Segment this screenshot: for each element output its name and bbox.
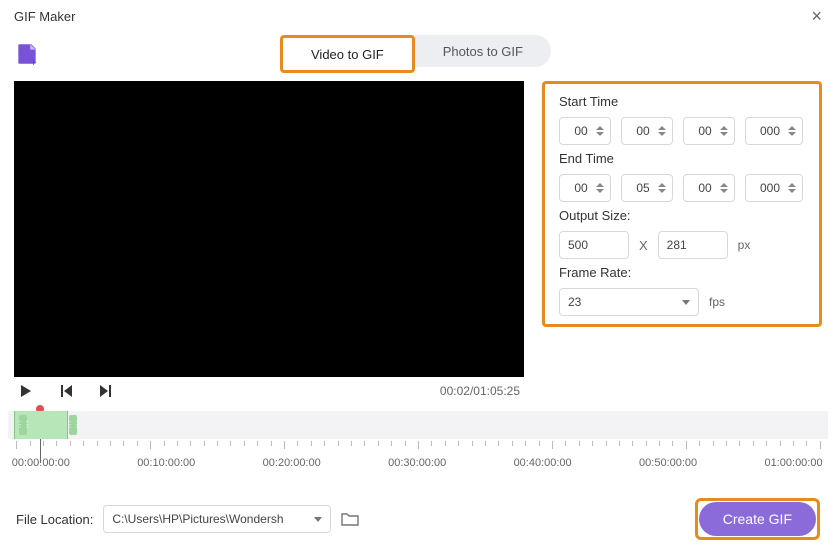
main-content: 00:02/01:05:25 Start Time 00 00 00 000 E… [0, 81, 836, 405]
frame-rate-label: Frame Rate: [559, 265, 805, 280]
chevron-down-icon[interactable] [720, 189, 728, 193]
range-strip[interactable]: ⋮⋮ ⋮⋮ [8, 411, 828, 439]
fps-unit: fps [709, 295, 725, 309]
highlight-create-button: Create GIF [695, 498, 820, 540]
file-location-select[interactable]: C:\Users\HP\Pictures\Wondersh [103, 505, 331, 533]
start-seconds-stepper[interactable]: 00 [683, 117, 735, 145]
footer: File Location: C:\Users\HP\Pictures\Wond… [0, 498, 836, 540]
app-logo-icon: + [14, 41, 40, 67]
timeline-ticks [8, 441, 828, 453]
selection-range[interactable]: ⋮⋮ ⋮⋮ [14, 411, 68, 439]
video-preview[interactable] [14, 81, 524, 377]
tab-label: Video to GIF [311, 47, 384, 62]
chevron-down-icon[interactable] [658, 189, 666, 193]
video-area: 00:02/01:05:25 [14, 81, 524, 405]
chevron-down-icon[interactable] [596, 132, 604, 136]
start-minutes-stepper[interactable]: 00 [621, 117, 673, 145]
mode-tabs: Video to GIF Photos to GIF [280, 35, 551, 73]
chevron-up-icon[interactable] [720, 126, 728, 130]
output-size-label: Output Size: [559, 208, 805, 223]
timeline-labels: 00:00:00:00 00:10:00:00 00:20:00:00 00:3… [8, 457, 828, 471]
svg-text:+: + [30, 57, 36, 67]
tab-video-to-gif[interactable]: Video to GIF [283, 38, 412, 70]
next-frame-icon[interactable] [98, 383, 114, 399]
size-unit: px [738, 238, 751, 252]
titlebar: GIF Maker × [0, 0, 836, 31]
output-height-input[interactable] [658, 231, 728, 259]
tab-photos-to-gif[interactable]: Photos to GIF [415, 35, 551, 67]
chevron-up-icon[interactable] [720, 183, 728, 187]
chevron-up-icon[interactable] [788, 126, 796, 130]
tab-label: Photos to GIF [443, 44, 523, 59]
timeline[interactable]: ⋮⋮ ⋮⋮ 00:00:00:00 00:10:00:00 00:20:00:0… [8, 411, 828, 463]
time-readout: 00:02/01:05:25 [440, 384, 520, 398]
tick-label: 00:00:00:00 [12, 457, 70, 469]
close-icon[interactable]: × [811, 6, 822, 27]
prev-frame-icon[interactable] [58, 383, 74, 399]
frame-rate-value: 23 [568, 295, 581, 309]
start-time-label: Start Time [559, 94, 805, 109]
playback-controls: 00:02/01:05:25 [14, 377, 524, 405]
chevron-up-icon[interactable] [658, 126, 666, 130]
header-row: + Video to GIF Photos to GIF [0, 31, 836, 81]
tick-label: 00:10:00:00 [137, 457, 195, 469]
end-hours-stepper[interactable]: 00 [559, 174, 611, 202]
create-gif-label: Create GIF [723, 511, 792, 527]
end-time-label: End Time [559, 151, 805, 166]
range-start-handle[interactable]: ⋮⋮ [19, 415, 27, 435]
file-location-label: File Location: [16, 512, 93, 527]
chevron-down-icon[interactable] [788, 189, 796, 193]
tick-label: 00:50:00:00 [639, 457, 697, 469]
chevron-up-icon[interactable] [658, 183, 666, 187]
settings-panel: Start Time 00 00 00 000 End Time 00 05 0… [542, 81, 822, 327]
play-icon[interactable] [18, 383, 34, 399]
size-x-separator: X [639, 238, 648, 253]
start-hours-stepper[interactable]: 00 [559, 117, 611, 145]
end-ms-stepper[interactable]: 000 [745, 174, 803, 202]
chevron-down-icon [682, 300, 690, 305]
frame-rate-select[interactable]: 23 [559, 288, 699, 316]
folder-icon[interactable] [341, 511, 359, 527]
chevron-down-icon[interactable] [720, 132, 728, 136]
tick-label: 00:40:00:00 [514, 457, 572, 469]
gif-maker-window: GIF Maker × + Video to GIF Photos to GIF [0, 0, 836, 550]
tick-label: 01:00:00:00 [764, 457, 822, 469]
output-width-input[interactable] [559, 231, 629, 259]
chevron-down-icon[interactable] [596, 189, 604, 193]
tick-label: 00:20:00:00 [263, 457, 321, 469]
chevron-down-icon[interactable] [788, 132, 796, 136]
create-gif-button[interactable]: Create GIF [699, 502, 816, 536]
end-minutes-stepper[interactable]: 05 [621, 174, 673, 202]
end-seconds-stepper[interactable]: 00 [683, 174, 735, 202]
window-title: GIF Maker [14, 9, 75, 24]
chevron-down-icon[interactable] [658, 132, 666, 136]
highlight-video-tab: Video to GIF [280, 35, 415, 73]
chevron-up-icon[interactable] [596, 183, 604, 187]
file-path: C:\Users\HP\Pictures\Wondersh [112, 512, 283, 526]
chevron-up-icon[interactable] [596, 126, 604, 130]
start-ms-stepper[interactable]: 000 [745, 117, 803, 145]
chevron-up-icon[interactable] [788, 183, 796, 187]
tick-label: 00:30:00:00 [388, 457, 446, 469]
chevron-down-icon [314, 517, 322, 522]
range-end-handle[interactable]: ⋮⋮ [69, 415, 77, 435]
